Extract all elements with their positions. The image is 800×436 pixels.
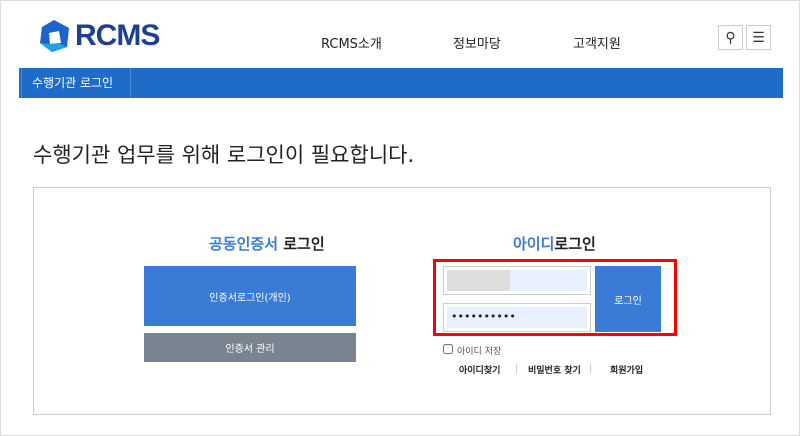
- search-button[interactable]: ⚲: [718, 25, 743, 50]
- breadcrumb-bar: 수행기관 로그인: [19, 68, 783, 98]
- title-rest: 로그인: [554, 235, 596, 253]
- logo-text: RCMS: [75, 19, 160, 52]
- divider: [590, 364, 591, 373]
- nav-info[interactable]: 정보마당: [453, 33, 501, 52]
- cert-login-button[interactable]: 인증서로그인(개인): [144, 266, 356, 326]
- cert-manage-button[interactable]: 인증서 관리: [144, 333, 356, 362]
- title-rest: 로그인: [278, 235, 325, 253]
- rcms-logo[interactable]: RCMS: [37, 19, 160, 53]
- menu-button[interactable]: ☰: [746, 25, 771, 50]
- find-id-link[interactable]: 아이디찾기: [459, 363, 500, 376]
- logo-icon: [40, 20, 69, 52]
- id-login-title: 아이디로그인: [513, 233, 596, 254]
- remember-id-checkbox[interactable]: [443, 344, 453, 354]
- title-highlight: 아이디: [513, 235, 555, 253]
- highlight-box: [433, 259, 677, 336]
- divider: [516, 364, 517, 373]
- breadcrumb[interactable]: 수행기관 로그인: [21, 68, 131, 98]
- page-title: 수행기관 업무를 위해 로그인이 필요합니다.: [33, 143, 415, 167]
- cert-login-title: 공동인증서 로그인: [209, 233, 325, 254]
- nav-rcms-intro[interactable]: RCMS소개: [321, 33, 382, 52]
- signup-link[interactable]: 회원가입: [610, 363, 643, 376]
- nav-support[interactable]: 고객지원: [573, 33, 621, 52]
- hamburger-icon: ☰: [752, 29, 765, 46]
- remember-id-label[interactable]: 아이디 저장: [457, 344, 501, 357]
- find-password-link[interactable]: 비밀번호 찾기: [528, 363, 581, 376]
- title-highlight: 공동인증서: [209, 235, 279, 253]
- search-icon: ⚲: [725, 29, 736, 46]
